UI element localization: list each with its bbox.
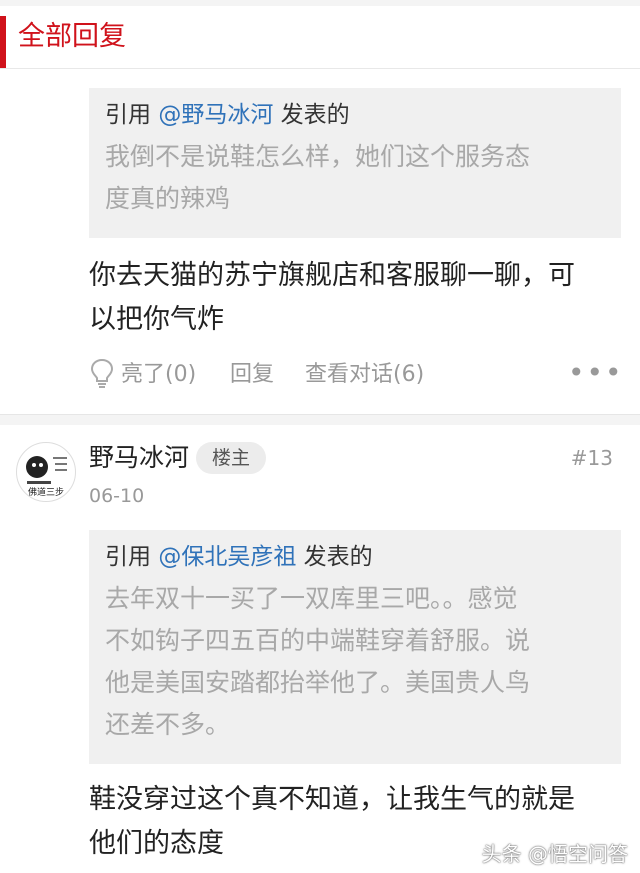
quoted-user-link[interactable]: @野马冰河 <box>158 102 273 128</box>
avatar-caption: 佛道三步 <box>28 486 64 498</box>
quote-suffix: 发表的 <box>296 544 373 570</box>
floor-number: #13 <box>570 446 613 470</box>
quote-prefix: 引用 <box>105 544 159 570</box>
quote-text: 我倒不是说鞋怎么样，她们这个服务态 度真的辣鸡 <box>105 136 605 220</box>
avatar-image: 佛道三步 <box>26 456 67 498</box>
like-count-label: 亮了(0) <box>121 362 197 387</box>
body-line: 鞋没穿过这个真不知道，让我生气的就是 <box>89 784 575 815</box>
quote-block: 引用 @保北吴彦祖 发表的 去年双十一买了一双库里三吧。。感觉 不如钩子四五百的… <box>89 530 621 764</box>
quote-line: 还差不多。 <box>105 710 231 739</box>
reply-date: 06-10 <box>89 485 145 507</box>
quote-header: 引用 @保北吴彦祖 发表的 <box>105 540 605 574</box>
quote-text: 去年双十一买了一双库里三吧。。感觉 不如钩子四五百的中端鞋穿着舒服。说 他是美国… <box>105 578 605 746</box>
quote-line: 他是美国安踏都抬举他了。美国贵人鸟 <box>105 668 531 697</box>
header-accent-bar <box>0 16 6 68</box>
quote-prefix: 引用 <box>105 102 159 128</box>
watermark: 头条 @悟空问答 <box>481 842 628 866</box>
reply-actions: 亮了(0) 回复 查看对话(6) <box>89 358 629 392</box>
quote-line: 不如钩子四五百的中端鞋穿着舒服。说 <box>105 626 531 655</box>
more-options-icon[interactable]: ••• <box>568 356 624 389</box>
quote-suffix: 发表的 <box>273 102 350 128</box>
avatar[interactable]: 佛道三步 <box>16 442 76 502</box>
username[interactable]: 野马冰河 <box>89 440 189 476</box>
quote-line: 去年双十一买了一双库里三吧。。感觉 <box>105 584 518 613</box>
reply-body: 你去天猫的苏宁旗舰店和客服聊一聊，可 以把你气炸 <box>89 254 629 342</box>
quote-block: 引用 @野马冰河 发表的 我倒不是说鞋怎么样，她们这个服务态 度真的辣鸡 <box>89 88 621 238</box>
quote-line: 度真的辣鸡 <box>105 184 231 213</box>
section-header: 全部回复 <box>0 6 640 69</box>
like-button[interactable]: 亮了(0) <box>89 358 196 392</box>
lightbulb-icon <box>90 358 114 388</box>
body-line: 你去天猫的苏宁旗舰店和客服聊一聊，可 <box>89 260 575 291</box>
quote-header: 引用 @野马冰河 发表的 <box>105 98 605 132</box>
reply-button[interactable]: 回复 <box>230 358 274 392</box>
quote-line: 我倒不是说鞋怎么样，她们这个服务态 <box>105 142 531 171</box>
view-dialog-button[interactable]: 查看对话(6) <box>305 358 424 392</box>
op-badge: 楼主 <box>196 442 266 474</box>
body-line: 以把你气炸 <box>89 304 224 335</box>
quoted-user-link[interactable]: @保北吴彦祖 <box>158 544 296 570</box>
section-title: 全部回复 <box>18 21 126 52</box>
reply-separator <box>0 414 640 425</box>
